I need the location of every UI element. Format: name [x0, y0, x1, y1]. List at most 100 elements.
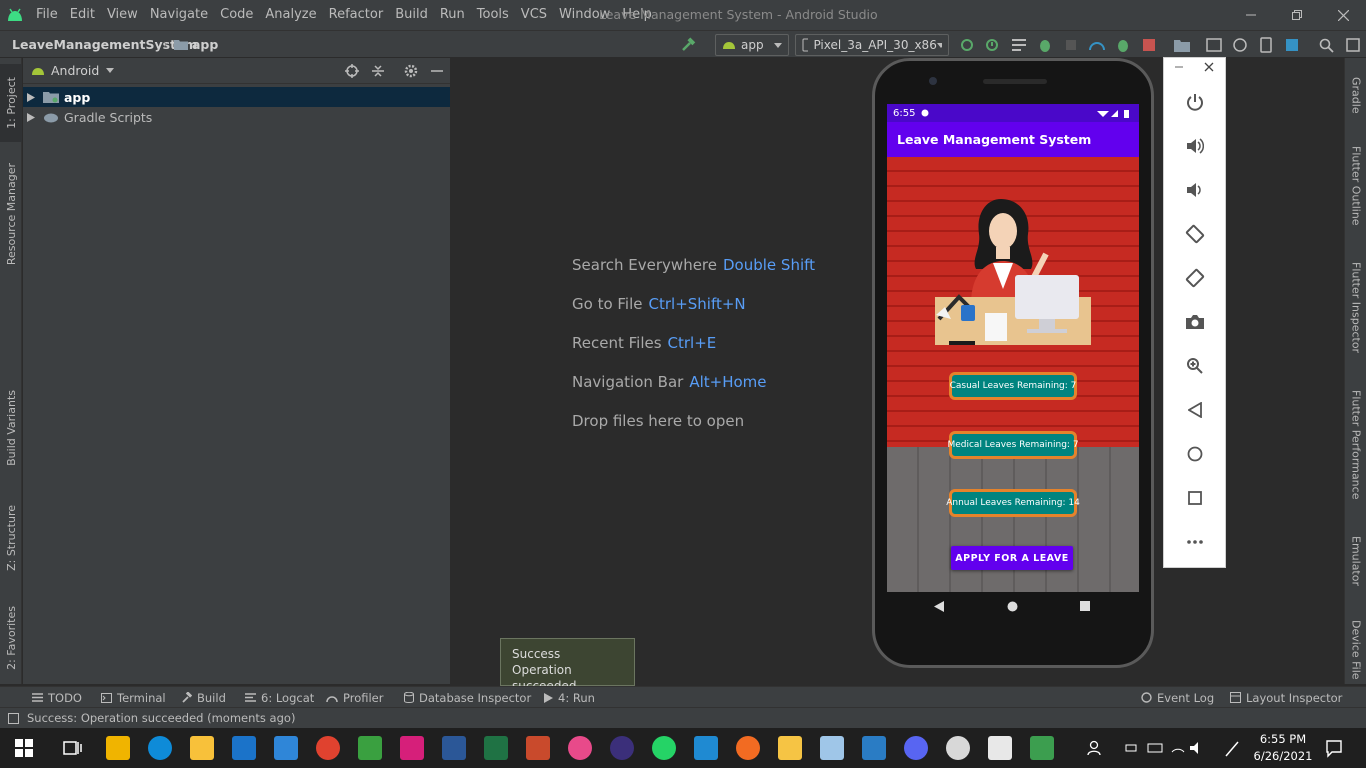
- tab-flutter-outline[interactable]: Flutter Outline: [1345, 140, 1366, 232]
- success-notification[interactable]: Success Operation succeeded: [500, 638, 635, 693]
- tab-flutter-performance[interactable]: Flutter Performance: [1345, 386, 1366, 504]
- network-tool-icon[interactable]: [862, 736, 886, 760]
- menu-file[interactable]: File: [30, 0, 64, 30]
- menu-navigate[interactable]: Navigate: [144, 0, 214, 30]
- menu-run[interactable]: Run: [434, 0, 471, 30]
- back-nav-icon[interactable]: [934, 601, 944, 612]
- task-view-icon[interactable]: [60, 736, 84, 760]
- restore-icon[interactable]: [1274, 0, 1320, 30]
- word-icon[interactable]: [442, 736, 466, 760]
- profile-icon[interactable]: [1087, 35, 1107, 55]
- project-view-select[interactable]: Android: [51, 63, 99, 78]
- notes-icon[interactable]: [778, 736, 802, 760]
- home-nav-icon[interactable]: [1007, 601, 1018, 612]
- minimize-emulator-icon[interactable]: [1174, 61, 1184, 71]
- device-select[interactable]: Pixel_3a_API_30_x86: [795, 34, 949, 56]
- itunes-icon[interactable]: [568, 736, 592, 760]
- menu-analyze[interactable]: Analyze: [259, 0, 322, 30]
- sdk-manager-icon[interactable]: [1230, 35, 1250, 55]
- menu-edit[interactable]: Edit: [64, 0, 101, 30]
- hammer-build-icon[interactable]: [678, 35, 698, 55]
- overview-nav-icon[interactable]: [1080, 601, 1090, 611]
- tab-todo[interactable]: TODO: [32, 687, 82, 708]
- sync-project-icon[interactable]: [1204, 35, 1224, 55]
- close-icon[interactable]: [1320, 0, 1366, 30]
- status-square-icon[interactable]: [8, 712, 19, 724]
- tab-emulator[interactable]: Emulator: [1345, 528, 1366, 594]
- expand-arrow-icon[interactable]: [27, 112, 35, 122]
- pen-icon[interactable]: [1222, 736, 1242, 760]
- mail-icon[interactable]: [232, 736, 256, 760]
- attach-debugger-icon[interactable]: [1061, 35, 1081, 55]
- gradle-sync-icon[interactable]: [1282, 35, 1302, 55]
- volume-down-icon[interactable]: [1182, 177, 1208, 203]
- virtualbox-icon[interactable]: [820, 736, 844, 760]
- back-icon[interactable]: [1182, 397, 1208, 423]
- tree-item-app[interactable]: app: [23, 87, 450, 107]
- intellij-icon[interactable]: [400, 736, 424, 760]
- home-icon[interactable]: [1182, 441, 1208, 467]
- tab-favorites[interactable]: 2: Favorites: [0, 598, 22, 678]
- app-icon[interactable]: [358, 736, 382, 760]
- hide-panel-icon[interactable]: [431, 64, 443, 78]
- tab-layout-inspector[interactable]: Layout Inspector: [1230, 687, 1342, 708]
- close-emulator-icon[interactable]: [1204, 62, 1214, 72]
- postman-icon[interactable]: [736, 736, 760, 760]
- tab-build[interactable]: Build: [181, 687, 226, 708]
- avd-manager-icon[interactable]: [1256, 35, 1276, 55]
- apply-for-leave-button[interactable]: APPLY FOR A LEAVE: [951, 546, 1073, 570]
- system-tray-icons[interactable]: [1122, 736, 1202, 760]
- account-icon[interactable]: [1343, 35, 1363, 55]
- tab-database-inspector[interactable]: Database Inspector: [404, 687, 531, 708]
- run-config-select[interactable]: app: [715, 34, 789, 56]
- rotate-left-icon[interactable]: [1182, 221, 1208, 247]
- vscode-icon[interactable]: [694, 736, 718, 760]
- rotate-right-icon[interactable]: [1182, 265, 1208, 291]
- android-studio-task-icon[interactable]: [988, 736, 1012, 760]
- locate-icon[interactable]: [345, 64, 359, 78]
- tree-item-gradle-scripts[interactable]: Gradle Scripts: [23, 107, 450, 127]
- taskbar-clock[interactable]: 6:55 PM 6/26/2021: [1250, 731, 1316, 765]
- debug-attach-icon[interactable]: [1113, 35, 1133, 55]
- screenshot-camera-icon[interactable]: [1182, 309, 1208, 335]
- chevron-down-icon[interactable]: [106, 68, 115, 73]
- breadcrumb-module[interactable]: app: [192, 31, 218, 58]
- zoom-icon[interactable]: [1182, 353, 1208, 379]
- expand-arrow-icon[interactable]: [27, 92, 35, 102]
- store-icon[interactable]: [106, 736, 130, 760]
- tab-event-log[interactable]: Event Log: [1141, 687, 1214, 708]
- device-manager-icon[interactable]: [1172, 35, 1192, 55]
- stop-icon[interactable]: [1139, 35, 1159, 55]
- eclipse-icon[interactable]: [610, 736, 634, 760]
- tab-gradle[interactable]: Gradle: [1345, 64, 1366, 126]
- breadcrumb-project[interactable]: LeaveManagementSystem: [12, 31, 198, 58]
- tab-structure[interactable]: Z: Structure: [0, 498, 22, 578]
- menu-vcs[interactable]: VCS: [515, 0, 553, 30]
- menu-build[interactable]: Build: [389, 0, 434, 30]
- overview-icon[interactable]: [1182, 485, 1208, 511]
- edge-browser-icon[interactable]: [148, 736, 172, 760]
- menu-code[interactable]: Code: [214, 0, 259, 30]
- tab-terminal[interactable]: Terminal: [101, 687, 166, 708]
- menu-tools[interactable]: Tools: [471, 0, 515, 30]
- collapse-all-icon[interactable]: [371, 64, 385, 78]
- excel-icon[interactable]: [484, 736, 508, 760]
- tab-logcat[interactable]: 6: Logcat: [245, 687, 314, 708]
- tab-build-variants[interactable]: Build Variants: [0, 388, 22, 468]
- menu-refactor[interactable]: Refactor: [323, 0, 390, 30]
- chrome-icon[interactable]: [316, 736, 340, 760]
- list-icon[interactable]: [1009, 35, 1029, 55]
- minimize-icon[interactable]: [1228, 0, 1274, 30]
- debug-bug-icon[interactable]: [1035, 35, 1055, 55]
- media-player-icon[interactable]: [946, 736, 970, 760]
- powerpoint-icon[interactable]: [526, 736, 550, 760]
- people-tray-icon[interactable]: [1086, 736, 1106, 760]
- apply-changes-restart-icon[interactable]: [957, 35, 977, 55]
- emulator-screen[interactable]: 6:55 Leave Management System Casual Leav…: [887, 104, 1139, 592]
- whatsapp-icon[interactable]: [652, 736, 676, 760]
- apply-code-changes-icon[interactable]: [982, 35, 1002, 55]
- tab-flutter-inspector[interactable]: Flutter Inspector: [1345, 258, 1366, 358]
- file-explorer-icon[interactable]: [190, 736, 214, 760]
- tab-profiler[interactable]: Profiler: [326, 687, 384, 708]
- tab-resource-manager[interactable]: Resource Manager: [0, 154, 22, 274]
